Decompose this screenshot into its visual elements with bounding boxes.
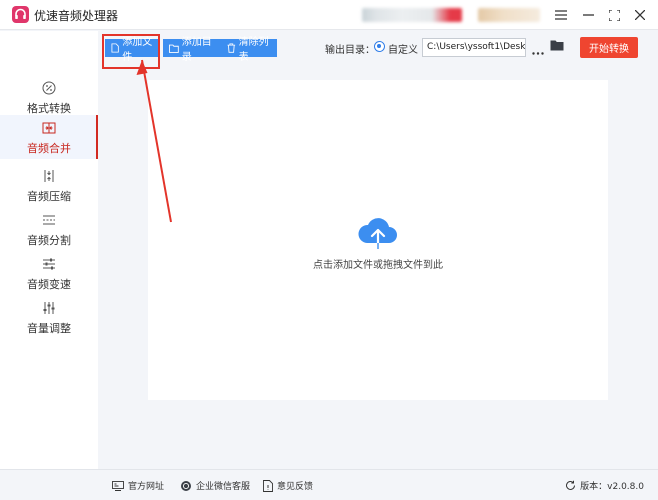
sidebar-item-audio-speed[interactable]: 音频变速	[0, 251, 98, 295]
add-folder-button[interactable]: 添加目录	[163, 37, 221, 63]
more-options-icon[interactable]	[532, 45, 544, 58]
menu-icon[interactable]	[550, 5, 572, 25]
app-logo-icon	[12, 6, 29, 23]
website-link[interactable]: 官方网址	[112, 479, 164, 492]
start-convert-button[interactable]: 开始转换	[580, 37, 638, 58]
wechat-label: 企业微信客服	[196, 482, 251, 492]
sidebar-item-label: 格式转换	[27, 102, 71, 115]
sidebar-item-label: 音频压缩	[27, 190, 71, 203]
footer: 官方网址 企业微信客服 意见反馈 版本：v2.0.8.0	[0, 469, 658, 500]
percent-circle-icon	[42, 81, 56, 95]
folder-outline-icon	[169, 44, 179, 53]
title-bar: 优速音频处理器	[0, 0, 658, 30]
sidebar-item-label: 音量调整	[27, 322, 71, 335]
close-icon[interactable]	[629, 5, 651, 25]
custom-radio-label[interactable]: 自定义	[388, 41, 418, 56]
chat-bubble-icon	[181, 480, 191, 491]
sidebar-item-audio-compress[interactable]: 音频压缩	[0, 163, 98, 207]
feedback-doc-icon	[263, 479, 273, 492]
clear-list-label: 清除列表	[238, 37, 269, 63]
sidebar-item-label: 音频变速	[27, 278, 71, 291]
output-path-value: C:\Users\yssoft1\Deskt	[427, 42, 526, 52]
version-label: 版本：v2.0.8.0	[580, 482, 644, 492]
app-title: 优速音频处理器	[34, 9, 119, 23]
merge-icon	[42, 122, 56, 134]
user-info-blurred	[478, 8, 540, 22]
monitor-icon	[112, 480, 124, 491]
version-info[interactable]: 版本：v2.0.8.0	[565, 479, 644, 492]
website-label: 官方网址	[128, 482, 165, 492]
feedback-label: 意见反馈	[277, 482, 314, 492]
output-path-field[interactable]: C:\Users\yssoft1\Deskt	[422, 38, 526, 57]
file-drop-area[interactable]: 点击添加文件或拖拽文件到此	[148, 80, 608, 400]
drop-hint: 点击添加文件或拖拽文件到此	[313, 260, 443, 271]
sidebar-item-audio-merge[interactable]: 音频合并	[0, 115, 98, 159]
volume-sliders-icon	[43, 302, 55, 314]
account-info-blurred	[362, 8, 462, 22]
maximize-icon[interactable]	[603, 5, 625, 25]
open-folder-icon[interactable]	[550, 39, 564, 54]
feedback-link[interactable]: 意见反馈	[263, 479, 313, 492]
minimize-icon[interactable]	[577, 5, 599, 25]
refresh-icon	[566, 480, 576, 490]
sidebar-item-volume-adjust[interactable]: 音量调整	[0, 295, 98, 339]
cloud-upload-icon	[358, 218, 397, 251]
custom-radio[interactable]	[374, 41, 385, 52]
trash-icon	[227, 43, 236, 53]
compress-icon	[44, 170, 54, 182]
output-dir-label: 输出目录：	[325, 45, 375, 56]
sidebar-item-format-convert[interactable]: 格式转换	[0, 75, 98, 119]
annotation-highlight-box	[102, 34, 160, 69]
clear-list-button[interactable]: 清除列表	[221, 37, 277, 63]
sidebar-item-label: 音频合并	[27, 142, 71, 155]
sidebar: 格式转换 音频合并 音频压缩 音频分割 音频变速 音量调整	[0, 31, 98, 469]
sidebar-item-label: 音频分割	[27, 234, 71, 247]
wechat-support-link[interactable]: 企业微信客服	[180, 479, 250, 492]
split-icon	[43, 215, 55, 225]
add-folder-label: 添加目录	[181, 37, 212, 63]
sidebar-item-audio-split[interactable]: 音频分割	[0, 207, 98, 251]
speed-sliders-icon	[43, 258, 55, 270]
